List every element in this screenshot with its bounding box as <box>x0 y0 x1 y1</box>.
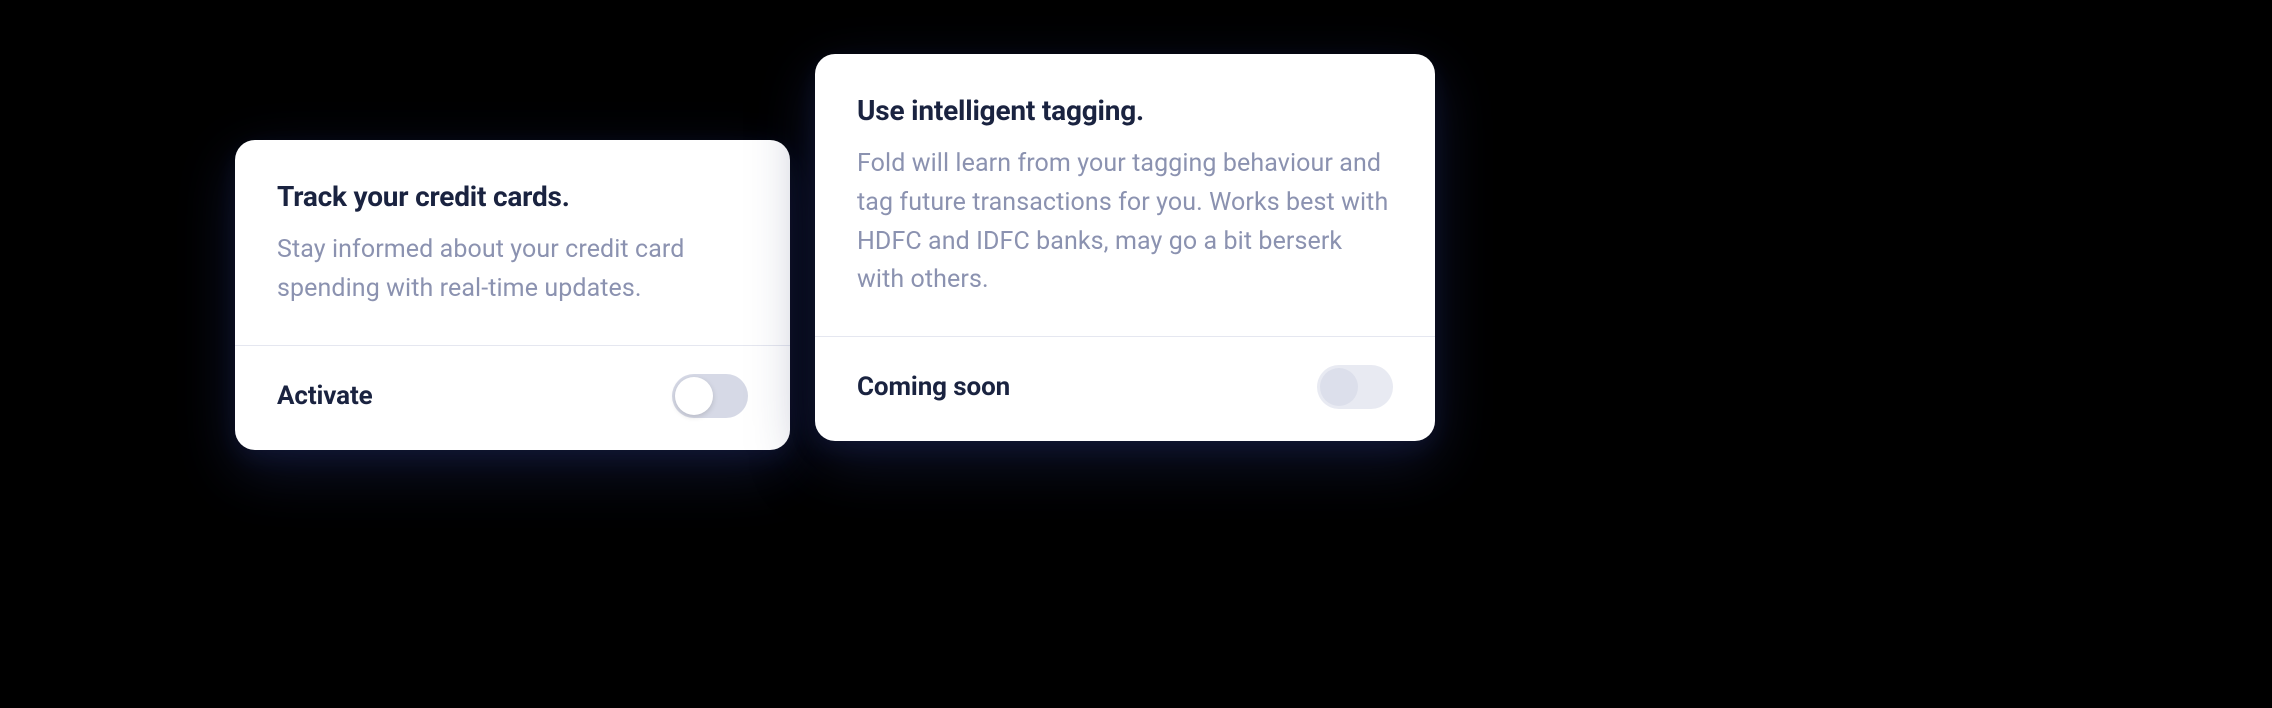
intelligent-tagging-card: Use intelligent tagging. Fold will learn… <box>815 54 1435 441</box>
toggle-knob <box>1320 368 1358 406</box>
toggle-knob <box>675 377 713 415</box>
card-body: Use intelligent tagging. Fold will learn… <box>815 54 1435 336</box>
card-body: Track your credit cards. Stay informed a… <box>235 140 790 345</box>
card-footer: Coming soon <box>815 336 1435 441</box>
card-title: Use intelligent tagging. <box>857 94 1393 127</box>
card-title: Track your credit cards. <box>277 180 748 213</box>
coming-soon-label: Coming soon <box>857 372 1010 402</box>
card-description: Stay informed about your credit card spe… <box>277 231 748 309</box>
card-footer: Activate <box>235 345 790 450</box>
card-description: Fold will learn from your tagging behavi… <box>857 145 1393 300</box>
credit-card-tracking-card: Track your credit cards. Stay informed a… <box>235 140 790 450</box>
activate-toggle[interactable] <box>672 374 748 418</box>
coming-soon-toggle <box>1317 365 1393 409</box>
activate-label: Activate <box>277 381 373 411</box>
